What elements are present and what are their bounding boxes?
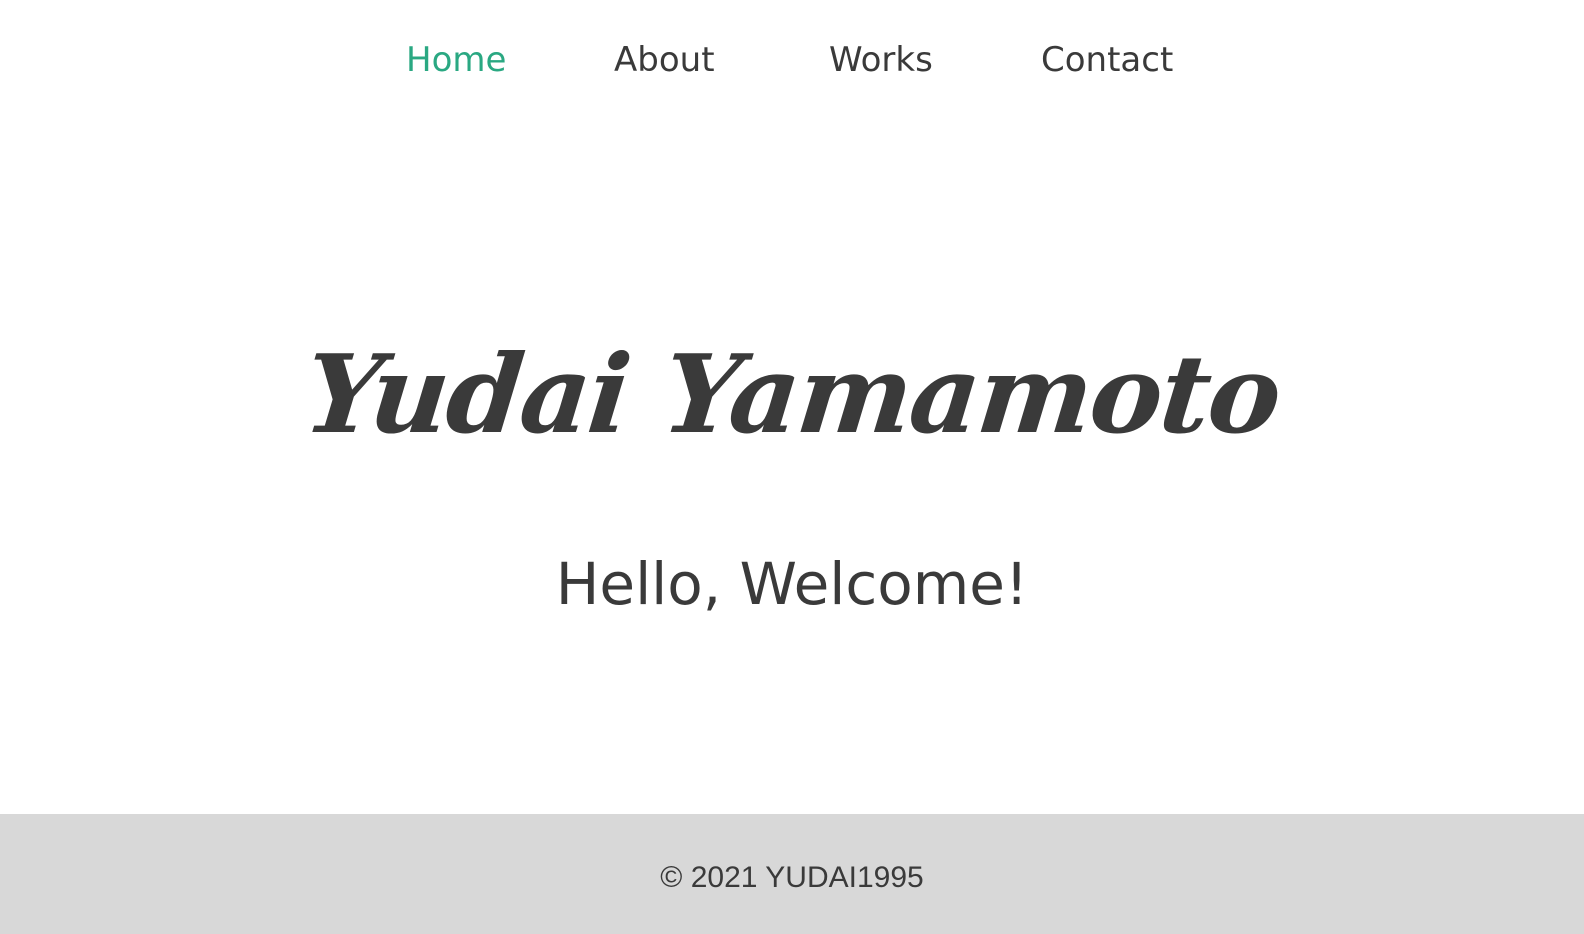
nav-link-contact[interactable]: Contact [1041,36,1173,84]
hero-name-title: Yudai Yamamoto [298,332,1286,458]
main-nav: Home About Works Contact [0,0,1584,120]
hero-greeting: Hello, Welcome! [555,550,1029,618]
footer-copyright: © 2021 YUDAI1995 [660,861,924,894]
nav-link-home[interactable]: Home [406,36,506,84]
page-footer: © 2021 YUDAI1995 [0,814,1584,934]
nav-link-about[interactable]: About [614,36,715,84]
nav-link-works[interactable]: Works [829,36,933,84]
